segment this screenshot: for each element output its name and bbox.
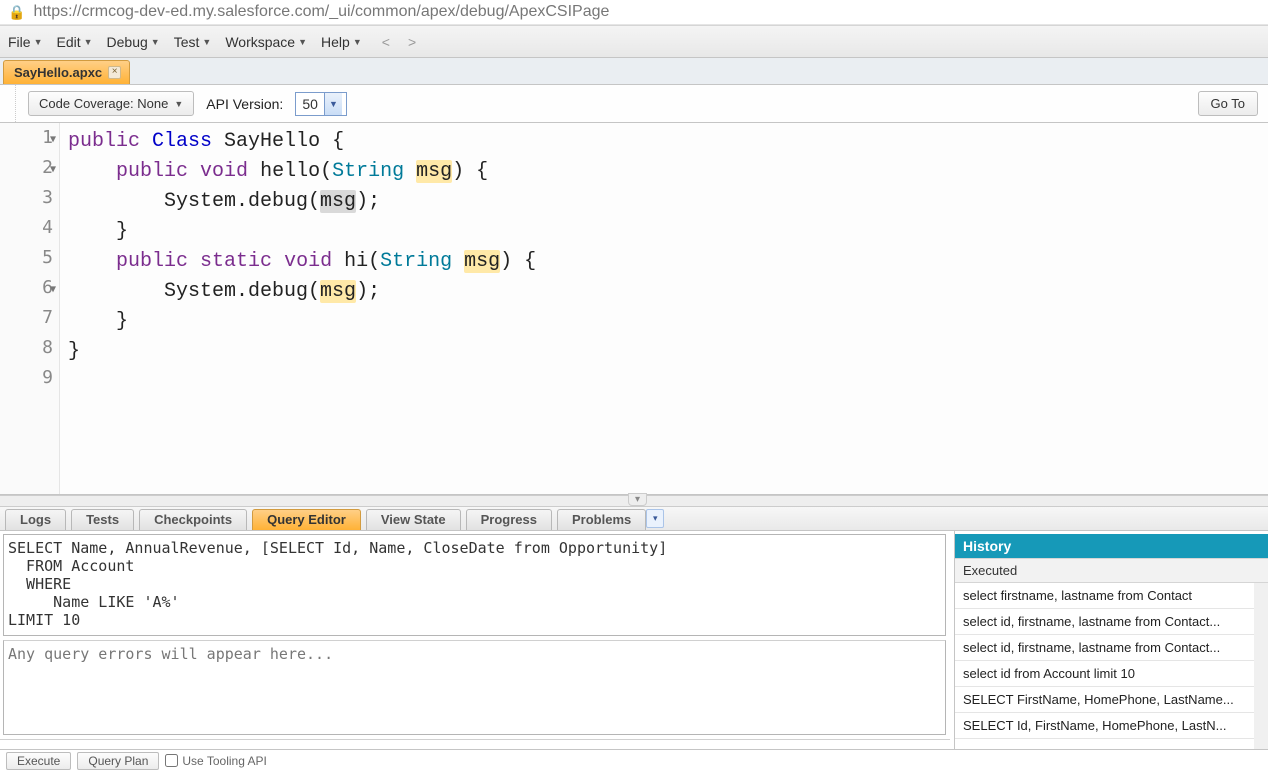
history-item[interactable]: select id, firstname, lastname from Cont…: [955, 609, 1254, 635]
bottom-tab-bar: LogsTestsCheckpointsQuery EditorView Sta…: [0, 507, 1268, 531]
history-panel: History Executed ▲ ▼ select firstname, l…: [954, 531, 1268, 749]
line-number: 6▼: [0, 277, 53, 307]
api-version-label: API Version:: [206, 96, 283, 112]
file-tab-label: SayHello.apxc: [14, 65, 102, 80]
menu-help[interactable]: Help ▼: [321, 34, 362, 50]
line-number: 1▼: [0, 127, 53, 157]
chevron-down-icon: ▼: [298, 37, 307, 47]
chevron-down-icon: ▼: [34, 37, 43, 47]
execute-button[interactable]: Execute: [6, 752, 71, 770]
fold-icon[interactable]: ▼: [50, 134, 56, 145]
history-list[interactable]: ▲ ▼ select firstname, lastname from Cont…: [955, 583, 1268, 749]
scroll-up-icon[interactable]: ▲: [1256, 583, 1268, 592]
code-area[interactable]: public Class SayHello { public void hell…: [60, 123, 1268, 494]
menu-file[interactable]: File ▼: [8, 34, 42, 50]
lock-icon: 🔒: [8, 4, 25, 21]
query-errors: Any query errors will appear here...: [3, 640, 946, 735]
tab-tests[interactable]: Tests: [71, 509, 134, 530]
tab-progress[interactable]: Progress: [466, 509, 552, 530]
scrollbar-thumb[interactable]: [1256, 595, 1268, 685]
chevron-down-icon: ▼: [202, 37, 211, 47]
code-coverage-button[interactable]: Code Coverage: None ▼: [28, 91, 194, 116]
history-title: History: [955, 534, 1268, 558]
toolbar-gutter: [10, 85, 16, 122]
line-number: 7: [0, 307, 53, 337]
editor-toolbar: Code Coverage: None ▼ API Version: 50 ▼ …: [0, 85, 1268, 123]
use-tooling-api-checkbox[interactable]: Use Tooling API: [165, 754, 267, 768]
chevron-down-icon: ▼: [174, 99, 183, 109]
history-item[interactable]: SELECT FirstName, HomePhone, LastName...: [955, 687, 1254, 713]
tab-view-state[interactable]: View State: [366, 509, 461, 530]
line-number: 4: [0, 217, 53, 247]
menu-workspace[interactable]: Workspace ▼: [225, 34, 307, 50]
line-number: 9: [0, 367, 53, 397]
scroll-down-icon[interactable]: ▼: [1256, 740, 1268, 749]
tab-checkpoints[interactable]: Checkpoints: [139, 509, 247, 530]
query-footer: [0, 739, 950, 749]
tab-problems[interactable]: Problems: [557, 509, 646, 530]
query-column: SELECT Name, AnnualRevenue, [SELECT Id, …: [0, 531, 954, 749]
menu-debug[interactable]: Debug ▼: [107, 34, 160, 50]
chevron-down-icon: ▼: [151, 37, 160, 47]
nav-back-button[interactable]: <: [382, 34, 390, 50]
footer-bar: Execute Query Plan Use Tooling API: [0, 749, 1268, 771]
address-bar: 🔒 https://crmcog-dev-ed.my.salesforce.co…: [0, 0, 1268, 25]
line-number: 5: [0, 247, 53, 277]
expand-panel-button[interactable]: ▾: [646, 509, 664, 528]
history-item[interactable]: select id from Account limit 10: [955, 661, 1254, 687]
line-number: 8: [0, 337, 53, 367]
query-plan-button[interactable]: Query Plan: [77, 752, 159, 770]
line-number: 3: [0, 187, 53, 217]
menu-edit[interactable]: Edit ▼: [56, 34, 92, 50]
goto-button[interactable]: Go To: [1198, 91, 1258, 116]
code-editor[interactable]: 1▼2▼3456▼789 public Class SayHello { pub…: [0, 123, 1268, 495]
history-item[interactable]: select firstname, lastname from Contact: [955, 583, 1254, 609]
close-icon[interactable]: ×: [108, 66, 121, 79]
history-column-header: Executed: [955, 558, 1268, 583]
line-gutter: 1▼2▼3456▼789: [0, 123, 60, 494]
page-url: https://crmcog-dev-ed.my.salesforce.com/…: [33, 3, 609, 21]
fold-icon[interactable]: ▼: [50, 284, 56, 295]
menu-test[interactable]: Test ▼: [174, 34, 212, 50]
history-item[interactable]: select id, firstname, lastname from Cont…: [955, 635, 1254, 661]
chevron-down-icon: ▼: [324, 93, 342, 115]
fold-icon[interactable]: ▼: [50, 164, 56, 175]
nav-forward-button[interactable]: >: [408, 34, 416, 50]
file-tab[interactable]: SayHello.apxc ×: [3, 60, 130, 84]
splitter-handle[interactable]: [0, 495, 1268, 507]
file-tab-bar: SayHello.apxc ×: [0, 58, 1268, 85]
menu-bar: File ▼ Edit ▼ Debug ▼ Test ▼ Workspace ▼ Help…: [0, 25, 1268, 58]
history-item[interactable]: SELECT Id, FirstName, HomePhone, LastN..…: [955, 713, 1254, 739]
tab-logs[interactable]: Logs: [5, 509, 66, 530]
bottom-pane: SELECT Name, AnnualRevenue, [SELECT Id, …: [0, 531, 1268, 749]
query-input[interactable]: SELECT Name, AnnualRevenue, [SELECT Id, …: [3, 534, 946, 636]
api-version-select[interactable]: 50 ▼: [295, 92, 347, 116]
tab-query-editor[interactable]: Query Editor: [252, 509, 361, 530]
chevron-down-icon: ▼: [84, 37, 93, 47]
line-number: 2▼: [0, 157, 53, 187]
chevron-down-icon: ▼: [353, 37, 362, 47]
